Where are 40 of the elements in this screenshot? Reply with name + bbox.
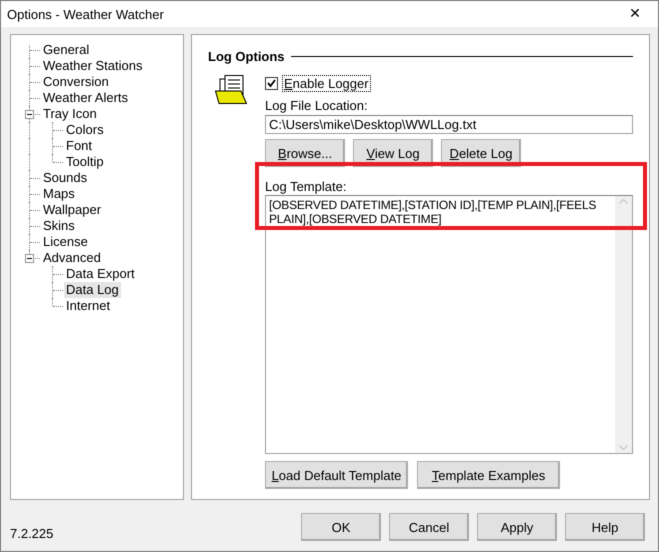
tree-item[interactable]: Maps	[41, 186, 77, 202]
tree-item[interactable]: Internet	[64, 298, 112, 314]
field-label: Log File Location:	[265, 98, 369, 113]
template-button[interactable]: Template Examples	[417, 461, 560, 489]
tree-item[interactable]: Sounds	[41, 170, 90, 186]
minus-icon	[27, 256, 32, 261]
tree-item[interactable]: Tray Icon	[41, 106, 99, 122]
template-button[interactable]: Load Default Template	[265, 461, 408, 489]
checkbox-label[interactable]: Enable Logger	[283, 76, 370, 90]
collapse-toggle[interactable]	[25, 254, 34, 263]
dialog-button[interactable]: Cancel	[389, 513, 469, 541]
collapse-toggle[interactable]	[25, 110, 34, 119]
scroll-up-icon	[619, 199, 628, 204]
window-title: Options - Weather Watcher	[7, 6, 164, 22]
scroll-down-icon	[619, 445, 628, 450]
enable-logger-checkbox[interactable]	[265, 76, 278, 90]
tree-item[interactable]: Advanced	[41, 250, 103, 266]
minus-icon	[27, 112, 32, 117]
tree-item[interactable]: Wallpaper	[41, 202, 104, 218]
log-file-field[interactable]: C:\Users\mike\Desktop\WWLLog.txt	[265, 115, 633, 134]
tree-item[interactable]: Tooltip	[64, 154, 106, 170]
scrollbar[interactable]	[615, 196, 632, 453]
tree-item[interactable]: Data Export	[64, 266, 137, 282]
tree-item[interactable]: Weather Alerts	[41, 90, 130, 106]
tree-item[interactable]: Skins	[41, 218, 77, 234]
field-label: Log Template:	[265, 179, 348, 194]
template-textarea[interactable]: [OBSERVED DATETIME],[STATION ID],[TEMP PLAIN],[FEELS PLAIN],[OBSERVED DATETIME]	[265, 195, 633, 454]
tree-item[interactable]: Font	[64, 138, 94, 154]
tree-item[interactable]: Conversion	[41, 74, 111, 90]
tree-item[interactable]: License	[41, 234, 90, 250]
version-label: 7.2.225	[10, 526, 54, 541]
dialog-button[interactable]: Apply	[477, 513, 557, 541]
tree-item[interactable]: Colors	[64, 122, 106, 138]
tree-item[interactable]: Weather Stations	[41, 58, 144, 74]
log-folder-icon	[215, 75, 247, 104]
tree-item[interactable]: Data Log	[64, 282, 121, 298]
dialog-button[interactable]: OK	[301, 513, 381, 541]
dialog-button[interactable]: Help	[565, 513, 645, 541]
section-title: Log Options	[208, 49, 285, 64]
tree-item[interactable]: General	[41, 42, 92, 58]
